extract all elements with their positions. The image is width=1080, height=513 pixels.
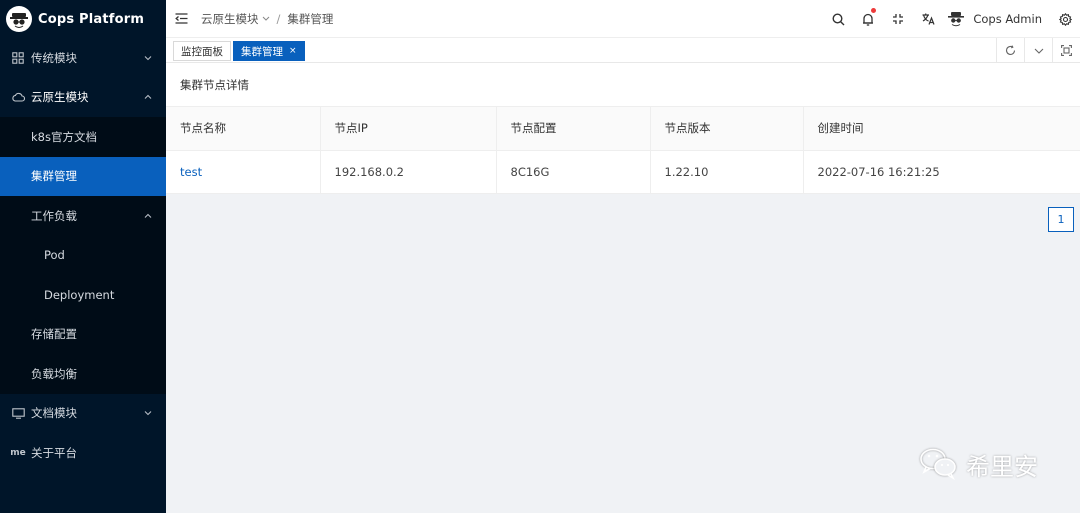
user-name: Cops Admin <box>973 12 1042 26</box>
sidebar-item-label: k8s官方文档 <box>31 129 97 144</box>
wechat-icon <box>918 446 960 483</box>
node-ip-cell: 192.168.0.2 <box>320 150 497 194</box>
column-header-node-version: 节点版本 <box>650 107 804 151</box>
chevron-down-icon <box>144 55 152 61</box>
node-version-cell: 1.22.10 <box>650 150 804 194</box>
pagination-page-button[interactable]: 1 <box>1048 207 1074 232</box>
header-actions: Cops Admin <box>823 0 1080 38</box>
sidebar-item-label: 工作负载 <box>31 208 77 223</box>
refresh-icon[interactable] <box>996 38 1024 63</box>
cloud-native-submenu: k8s官方文档 集群管理 工作负载 Pod Deployment 存储配置 负载… <box>0 117 166 394</box>
column-header-node-ip: 节点IP <box>320 107 497 151</box>
app-title: Cops Platform <box>38 11 145 27</box>
tab-cluster-management[interactable]: 集群管理 × <box>233 41 305 61</box>
sidebar-item-cloud-native-module[interactable]: 云原生模块 <box>0 78 166 118</box>
breadcrumb: 云原生模块 / 集群管理 <box>201 11 333 27</box>
logo[interactable]: Cops Platform <box>0 0 166 38</box>
sidebar-item-label: 负载均衡 <box>31 366 77 381</box>
sidebar-item-storage-config[interactable]: 存储配置 <box>0 315 166 355</box>
breadcrumb-item-current: 集群管理 <box>287 11 334 26</box>
sidebar-item-workloads[interactable]: 工作负载 <box>0 196 166 236</box>
sidebar-item-deployment[interactable]: Deployment <box>0 275 166 315</box>
created-time-cell: 2022-07-16 16:21:25 <box>803 150 1080 194</box>
sidebar-item-label: Pod <box>44 248 65 263</box>
breadcrumb-item[interactable]: 云原生模块 <box>201 11 259 27</box>
user-menu[interactable]: Cops Admin <box>947 10 1042 28</box>
breadcrumb-separator: / <box>276 11 281 26</box>
chevron-down-icon <box>144 411 152 416</box>
tab-bar: 监控面板 集群管理 × <box>166 38 1080 63</box>
menu-fold-icon[interactable] <box>175 13 189 24</box>
sidebar-item-cluster-management[interactable]: 集群管理 <box>0 156 166 196</box>
notification-dot <box>871 8 877 13</box>
sidebar-item-about-platform[interactable]: me 关于平台 <box>0 433 166 473</box>
node-config-cell: 8C16G <box>496 150 651 194</box>
close-icon[interactable]: × <box>289 46 297 56</box>
monitor-icon <box>11 408 25 419</box>
sidebar-item-traditional-module[interactable]: 传统模块 <box>0 38 166 78</box>
sidebar-item-label: 集群管理 <box>31 169 77 184</box>
sidebar-item-label: 传统模块 <box>31 50 77 65</box>
spy-avatar-icon <box>6 6 32 32</box>
sidebar: Cops Platform 传统模块 云原生模块 k8s官方文档 集群管理 工作… <box>0 0 166 513</box>
fullscreen-icon[interactable] <box>883 0 913 38</box>
sidebar-item-k8s-docs[interactable]: k8s官方文档 <box>0 117 166 157</box>
tab-label: 监控面板 <box>181 45 223 58</box>
translate-icon[interactable] <box>913 0 943 38</box>
wechat-watermark: 希里安 <box>918 446 1038 483</box>
sidebar-item-label: Deployment <box>44 287 115 302</box>
sidebar-item-load-balancing[interactable]: 负载均衡 <box>0 354 166 394</box>
spy-avatar-icon <box>947 10 965 28</box>
chevron-up-icon <box>144 213 152 218</box>
node-table: 节点名称 节点IP 节点配置 节点版本 创建时间 test 192.168.0.… <box>166 107 1080 194</box>
expand-icon[interactable] <box>1052 38 1080 63</box>
sidebar-item-docs-module[interactable]: 文档模块 <box>0 394 166 434</box>
table-header-row: 节点名称 节点IP 节点配置 节点版本 创建时间 <box>166 107 1080 151</box>
settings-gear-icon[interactable] <box>1050 0 1080 38</box>
watermark-text: 希里安 <box>966 453 1038 481</box>
me-icon: me <box>10 447 26 458</box>
sidebar-item-label: 存储配置 <box>31 327 77 342</box>
sidebar-item-label: 文档模块 <box>31 406 77 421</box>
column-header-node-name: 节点名称 <box>166 107 321 151</box>
cloud-icon <box>11 92 25 102</box>
bell-icon[interactable] <box>853 0 883 38</box>
top-header: 云原生模块 / 集群管理 Cops Admin <box>166 0 1080 38</box>
tab-dashboard[interactable]: 监控面板 <box>173 41 231 61</box>
search-icon[interactable] <box>823 0 853 38</box>
sidebar-item-label: 云原生模块 <box>31 90 89 105</box>
sidebar-item-label: 关于平台 <box>31 445 77 460</box>
panel-title: 集群节点详情 <box>166 63 1080 107</box>
chevron-down-icon[interactable] <box>1024 38 1052 63</box>
sidebar-item-pod[interactable]: Pod <box>0 236 166 276</box>
column-header-node-config: 节点配置 <box>496 107 651 151</box>
tab-label: 集群管理 <box>241 45 283 58</box>
cluster-node-panel: 集群节点详情 节点名称 节点IP 节点配置 节点版本 创建时间 test 192… <box>166 63 1080 194</box>
tab-tools <box>996 38 1080 63</box>
chevron-up-icon <box>144 94 152 100</box>
column-header-created-time: 创建时间 <box>803 107 1080 151</box>
chevron-down-icon <box>262 14 270 24</box>
grid-icon <box>11 52 25 64</box>
table-row: test 192.168.0.2 8C16G 1.22.10 2022-07-1… <box>166 150 1080 194</box>
node-name-link[interactable]: test <box>166 150 321 194</box>
